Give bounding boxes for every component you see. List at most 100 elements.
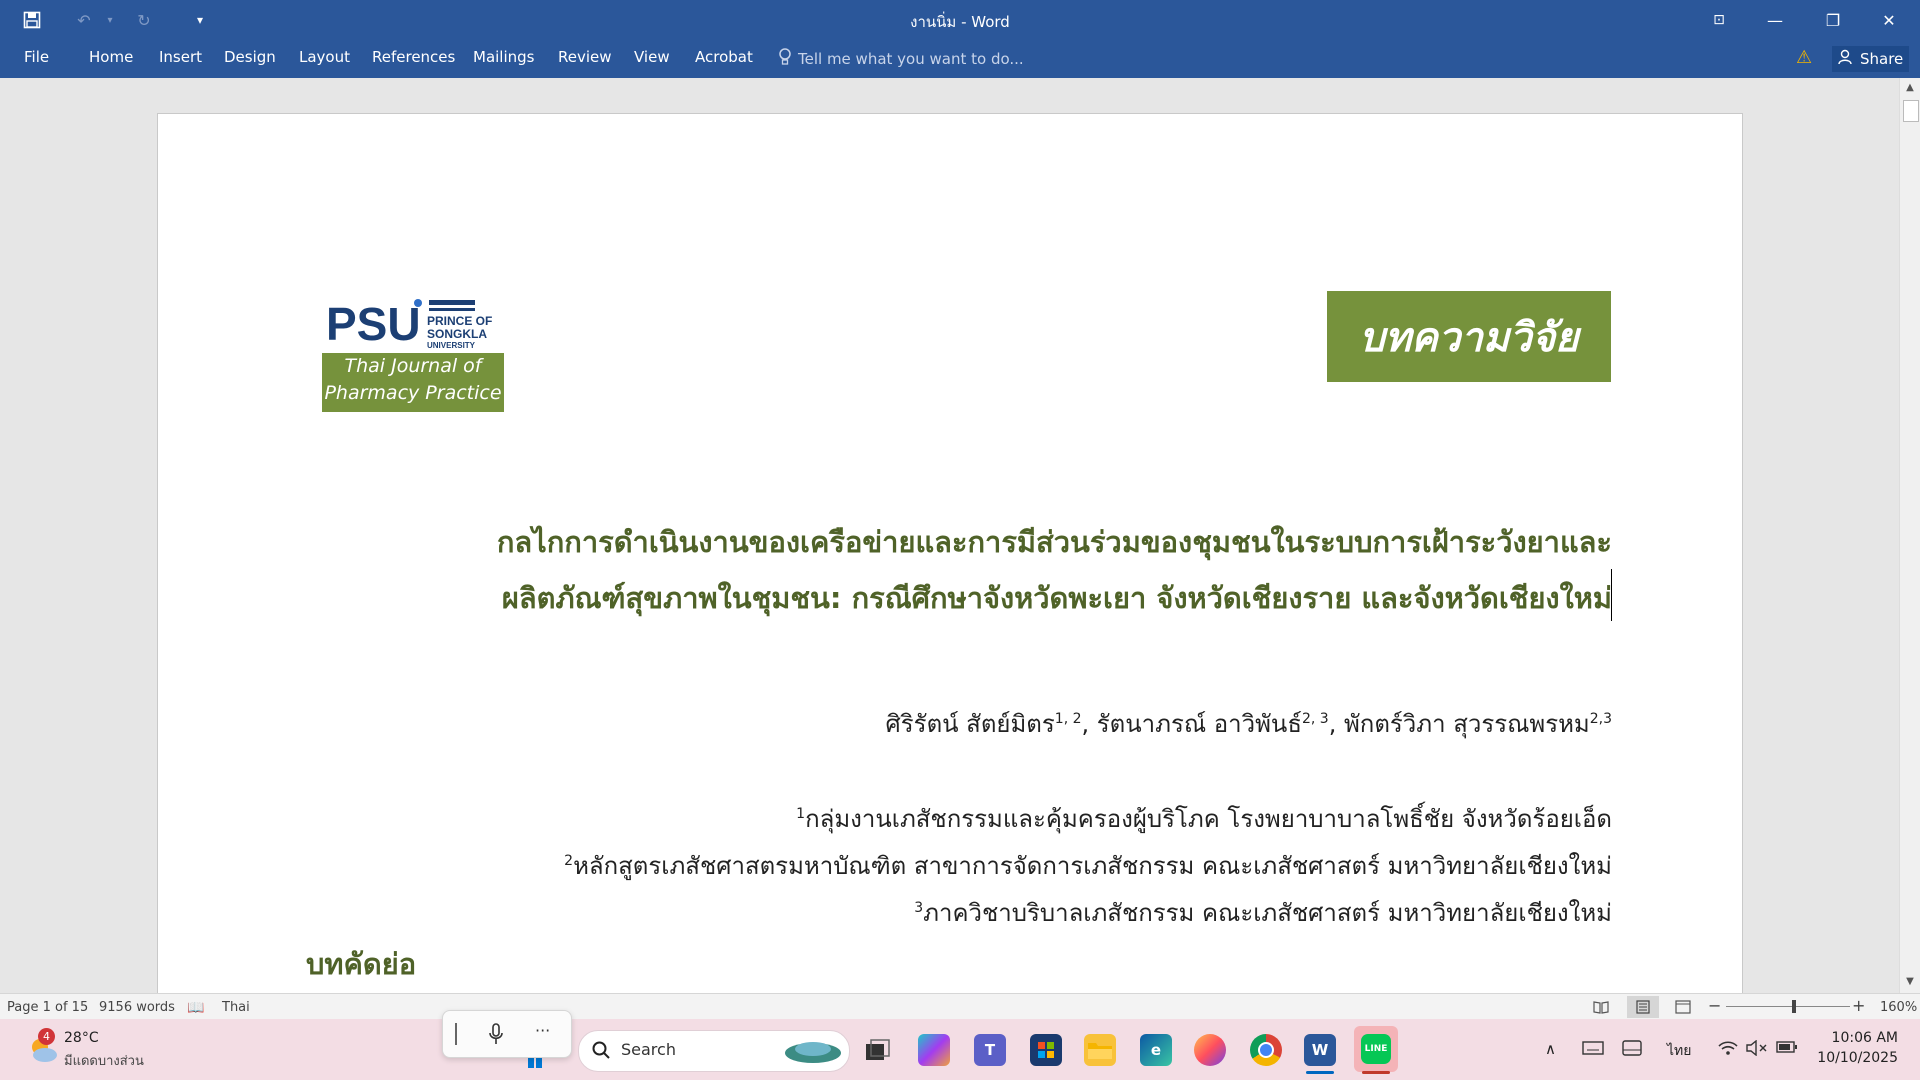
clock-time[interactable]: 10:06 AM (1812, 1030, 1898, 1046)
save-icon[interactable] (20, 8, 44, 32)
copilot-icon[interactable] (918, 1034, 950, 1066)
search-highlight-icon (783, 1037, 843, 1069)
tab-layout[interactable]: Layout (299, 48, 350, 66)
language-indicator[interactable]: Thai (222, 1000, 250, 1015)
search-icon (592, 1041, 610, 1063)
psu-logo-line2: SONGKLA (427, 327, 487, 341)
line-app-button[interactable]: LINE (1354, 1026, 1398, 1072)
scroll-thumb[interactable] (1903, 100, 1919, 122)
minimize-button[interactable]: — (1752, 0, 1798, 40)
touchpad-icon[interactable] (1622, 1040, 1642, 1060)
clock-date[interactable]: 10/10/2025 (1812, 1050, 1898, 1066)
person-icon (1838, 49, 1854, 69)
author-name: ศิริรัตน์ สัตย์มิตร (885, 710, 1055, 738)
tab-file[interactable]: File (24, 48, 49, 66)
volume-muted-icon[interactable] (1746, 1039, 1768, 1060)
weather-temperature[interactable]: 28°C (64, 1030, 99, 1046)
chrome-icon[interactable] (1250, 1034, 1282, 1066)
status-bar: Page 1 of 15 9156 words 📖 Thai − + 160% (0, 993, 1920, 1020)
zoom-level[interactable]: 160% (1880, 1000, 1917, 1015)
author-name: รัตนาภรณ์ อาวิพันธ์ (1096, 710, 1302, 738)
web-layout-icon[interactable] (1675, 1000, 1691, 1018)
tell-me-search[interactable]: Tell me what you want to do... (778, 48, 1024, 70)
article-title-line2: ผลิตภัณฑ์สุขภาพในชุมชน: กรณีศึกษาจังหวัด… (501, 581, 1612, 615)
teams-icon[interactable]: T (974, 1034, 1006, 1066)
affiliation-superscript: 3 (914, 900, 924, 916)
store-icon[interactable] (1030, 1034, 1062, 1066)
window-title: งานนิ่ม - Word (910, 13, 1010, 31)
zoom-out-button[interactable]: − (1708, 996, 1721, 1015)
edge-icon[interactable]: e (1140, 1034, 1172, 1066)
affiliation-1: 1กลุ่มงานเภสัชกรรมและคุ้มครองผู้บริโภค โ… (796, 799, 1612, 838)
psu-logo-brand: PSU (326, 298, 421, 350)
customize-toolbar-icon[interactable]: ▾ (188, 8, 212, 32)
psu-logo-line1: PRINCE OF (427, 314, 492, 328)
scroll-up-icon[interactable]: ▲ (1904, 82, 1916, 93)
weather-description[interactable]: มีแดดบางส่วน (64, 1050, 144, 1071)
scroll-down-icon[interactable]: ▼ (1904, 976, 1916, 987)
affiliation-text: กลุ่มงานเภสัชกรรมและคุ้มครองผู้บริโภค โร… (805, 805, 1612, 833)
search-placeholder: Search (621, 1040, 676, 1059)
affiliation-2: 2หลักสูตรเภสัชศาสตรมหาบัณฑิต สาขาการจัดก… (564, 846, 1612, 885)
zoom-in-button[interactable]: + (1852, 996, 1865, 1015)
taskbar-search[interactable]: Search (578, 1030, 850, 1072)
file-explorer-icon[interactable] (1084, 1034, 1116, 1066)
read-mode-icon[interactable] (1593, 1000, 1609, 1018)
affiliation-superscript: 2 (564, 853, 574, 869)
vertical-scrollbar[interactable]: ▲ ▼ (1899, 78, 1920, 993)
author-list: ศิริรัตน์ สัตย์มิตร1, 2, รัตนาภรณ์ อาวิพ… (885, 710, 1612, 738)
word-count[interactable]: 9156 words (99, 1000, 175, 1015)
tab-insert[interactable]: Insert (159, 48, 202, 66)
affiliation-3: 3ภาควิชาบริบาลเภสัชกรรม คณะเภสัชศาสตร์ ม… (914, 893, 1612, 932)
flashing-app-indicator (1362, 1071, 1390, 1074)
tab-view[interactable]: View (634, 48, 670, 66)
ribbon-tabs: File Home Insert Design Layout Reference… (0, 40, 1920, 78)
tab-home[interactable]: Home (89, 48, 133, 66)
document-page[interactable]: PSU PRINCE OF SONGKLA UNIVERSITY Thai Jo… (157, 113, 1743, 1015)
proofing-icon[interactable]: 📖 (187, 1000, 204, 1016)
undo-dropdown-icon[interactable]: ▾ (98, 8, 122, 32)
show-hidden-icons-icon[interactable]: ∧ (1545, 1040, 1556, 1058)
tell-me-text: Tell me what you want to do... (798, 50, 1024, 68)
article-type-badge: บทความวิจัย (1327, 291, 1611, 382)
line-icon: LINE (1361, 1034, 1391, 1064)
journal-logo: Thai Journal of Pharmacy Practice (322, 353, 504, 412)
more-options-icon[interactable]: ··· (535, 1021, 550, 1040)
affiliation-superscript: 1 (796, 806, 806, 822)
zoom-slider-thumb[interactable] (1792, 1000, 1796, 1013)
tab-references[interactable]: References (372, 48, 455, 66)
author-superscript: 2, 3 (1301, 711, 1329, 727)
redo-icon[interactable]: ↻ (132, 8, 156, 32)
affiliation-text: ภาควิชาบริบาลเภสัชกรรม คณะเภสัชศาสตร์ มห… (923, 899, 1612, 927)
page-count[interactable]: Page 1 of 15 (7, 1000, 88, 1015)
active-app-indicator (1306, 1071, 1334, 1074)
restore-button[interactable]: ❐ (1810, 0, 1856, 40)
tab-acrobat[interactable]: Acrobat (695, 48, 753, 66)
battery-icon[interactable] (1776, 1040, 1798, 1058)
word-icon[interactable]: W (1304, 1034, 1336, 1066)
warning-icon[interactable]: ⚠ (1796, 47, 1812, 68)
close-button[interactable]: ✕ (1866, 0, 1912, 40)
microphone-icon[interactable] (489, 1023, 503, 1049)
psu-logo: PSU PRINCE OF SONGKLA UNIVERSITY (326, 298, 492, 350)
drag-handle-icon[interactable] (455, 1023, 457, 1045)
undo-icon[interactable]: ↶ (72, 8, 96, 32)
psu-logo-line3: UNIVERSITY (427, 341, 476, 350)
lightbulb-icon (778, 48, 792, 70)
article-title-line1: กลไกการดำเนินงานของเครือข่ายและการมีส่วน… (496, 525, 1612, 559)
tab-design[interactable]: Design (224, 48, 276, 66)
wifi-icon[interactable] (1718, 1040, 1738, 1060)
abstract-heading: บทคัดย่อ (306, 947, 417, 981)
author-superscript: 1, 2 (1054, 711, 1082, 727)
zoom-slider[interactable] (1726, 1006, 1850, 1007)
tab-mailings[interactable]: Mailings (473, 48, 534, 66)
firefox-icon[interactable] (1194, 1034, 1226, 1066)
keyboard-icon[interactable] (1582, 1040, 1604, 1060)
print-layout-icon[interactable] (1627, 996, 1659, 1018)
input-language-indicator[interactable]: ไทย (1667, 1040, 1691, 1062)
task-view-icon[interactable] (862, 1034, 894, 1066)
share-label: Share (1860, 50, 1904, 68)
tab-review[interactable]: Review (558, 48, 612, 66)
share-button[interactable]: Share (1832, 46, 1910, 72)
ribbon-display-icon[interactable]: ⊡ (1696, 0, 1742, 40)
